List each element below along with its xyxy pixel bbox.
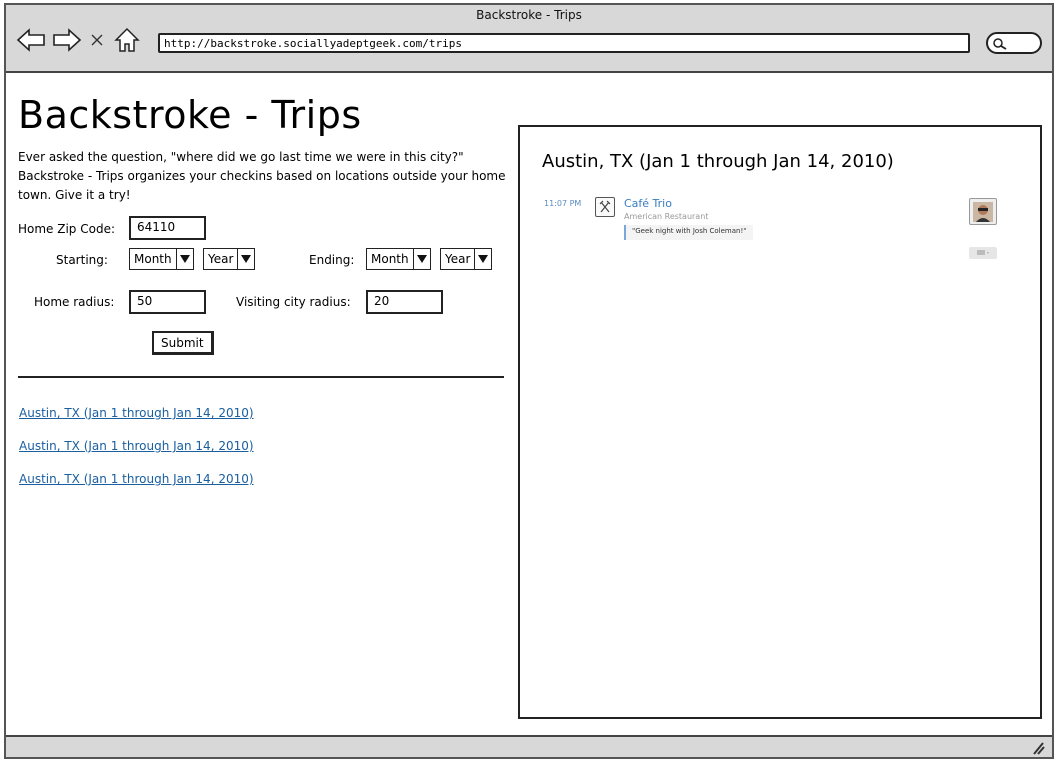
trip-link[interactable]: Austin, TX (Jan 1 through Jan 14, 2010): [19, 472, 254, 486]
checkin-venue-link[interactable]: Café Trio: [624, 197, 672, 210]
trip-link[interactable]: Austin, TX (Jan 1 through Jan 14, 2010): [19, 406, 254, 420]
utensils-icon: [595, 197, 615, 217]
address-bar[interactable]: http://backstroke.sociallyadeptgeek.com/…: [158, 33, 970, 53]
chevron-down-icon: [238, 249, 254, 269]
starting-year-select[interactable]: Year: [203, 248, 256, 270]
avatar[interactable]: [969, 198, 997, 225]
divider: [18, 376, 504, 378]
intro-text: Ever asked the question, "where did we g…: [18, 150, 506, 202]
checkin-shout: "Geek night with Josh Coleman!": [624, 225, 753, 240]
zip-label: Home Zip Code:: [18, 222, 116, 236]
chevron-down-icon: [177, 249, 193, 269]
trip-link[interactable]: Austin, TX (Jan 1 through Jan 14, 2010): [19, 439, 254, 453]
trip-detail-title: Austin, TX (Jan 1 through Jan 14, 2010): [542, 151, 894, 172]
submit-button[interactable]: Submit: [152, 331, 214, 355]
home-radius-input[interactable]: 50: [129, 290, 206, 314]
trip-detail-panel: Austin, TX (Jan 1 through Jan 14, 2010) …: [518, 125, 1042, 719]
forward-arrow-icon[interactable]: [52, 26, 82, 54]
status-bar: [6, 735, 1052, 757]
browser-search[interactable]: [986, 32, 1042, 54]
ending-year-select[interactable]: Year: [440, 248, 493, 270]
home-icon[interactable]: [112, 26, 142, 54]
search-icon: [993, 38, 1007, 50]
chevron-down-icon: [414, 249, 430, 269]
starting-label: Starting:: [56, 253, 108, 267]
resize-grip-icon[interactable]: [1030, 740, 1046, 759]
visiting-radius-label: Visiting city radius:: [236, 295, 351, 309]
visiting-radius-input[interactable]: 20: [366, 290, 443, 314]
ending-label: Ending:: [309, 253, 355, 267]
window-title: Backstroke - Trips: [476, 8, 582, 22]
back-arrow-icon[interactable]: [16, 26, 46, 54]
ending-month-select[interactable]: Month: [366, 248, 431, 270]
comment-icon[interactable]: [969, 247, 997, 259]
chevron-down-icon: [475, 249, 491, 269]
home-radius-label: Home radius:: [34, 295, 115, 309]
zip-input[interactable]: 64110: [129, 216, 206, 240]
checkin-category: American Restaurant: [624, 212, 709, 221]
page-title: Backstroke - Trips: [18, 93, 362, 137]
browser-chrome: Backstroke - Trips http://backstroke.soc…: [6, 5, 1052, 73]
starting-month-select[interactable]: Month: [129, 248, 194, 270]
checkin-time: 11:07 PM: [544, 199, 582, 208]
nav-buttons: [16, 25, 142, 55]
browser-window: Backstroke - Trips http://backstroke.soc…: [4, 3, 1054, 759]
stop-icon[interactable]: [88, 26, 106, 54]
